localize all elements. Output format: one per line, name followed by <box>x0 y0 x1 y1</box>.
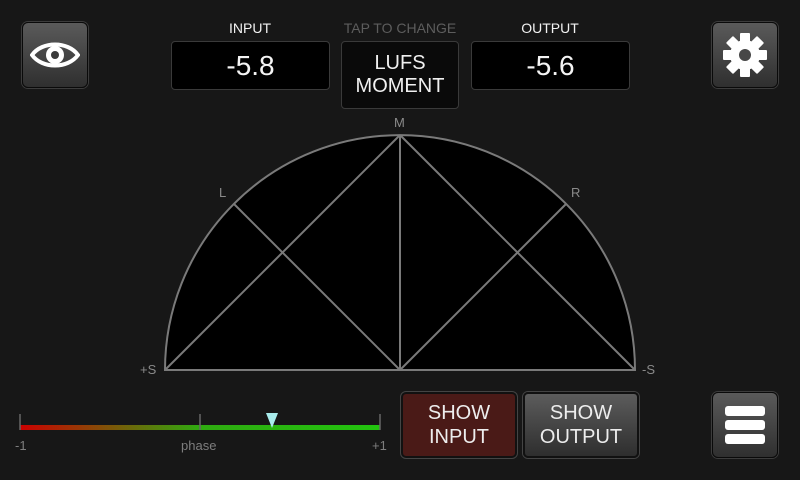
show-output-button[interactable]: SHOW OUTPUT <box>523 392 639 458</box>
menu-icon <box>725 406 765 444</box>
goniometer-screen: INPUT TAP TO CHANGE OUTPUT -5.8 -5.6 LUF… <box>0 0 800 480</box>
phase-label-min: -1 <box>15 438 27 453</box>
show-output-line-2: OUTPUT <box>539 426 623 448</box>
show-input-line-1: SHOW <box>427 402 491 424</box>
phase-label-max: +1 <box>372 438 387 453</box>
phase-meter <box>19 413 381 430</box>
show-output-line-1: SHOW <box>549 402 613 424</box>
show-input-button[interactable]: SHOW INPUT <box>401 392 517 458</box>
menu-button[interactable] <box>712 392 778 458</box>
show-input-line-2: INPUT <box>429 426 489 448</box>
phase-label: phase <box>181 438 217 453</box>
